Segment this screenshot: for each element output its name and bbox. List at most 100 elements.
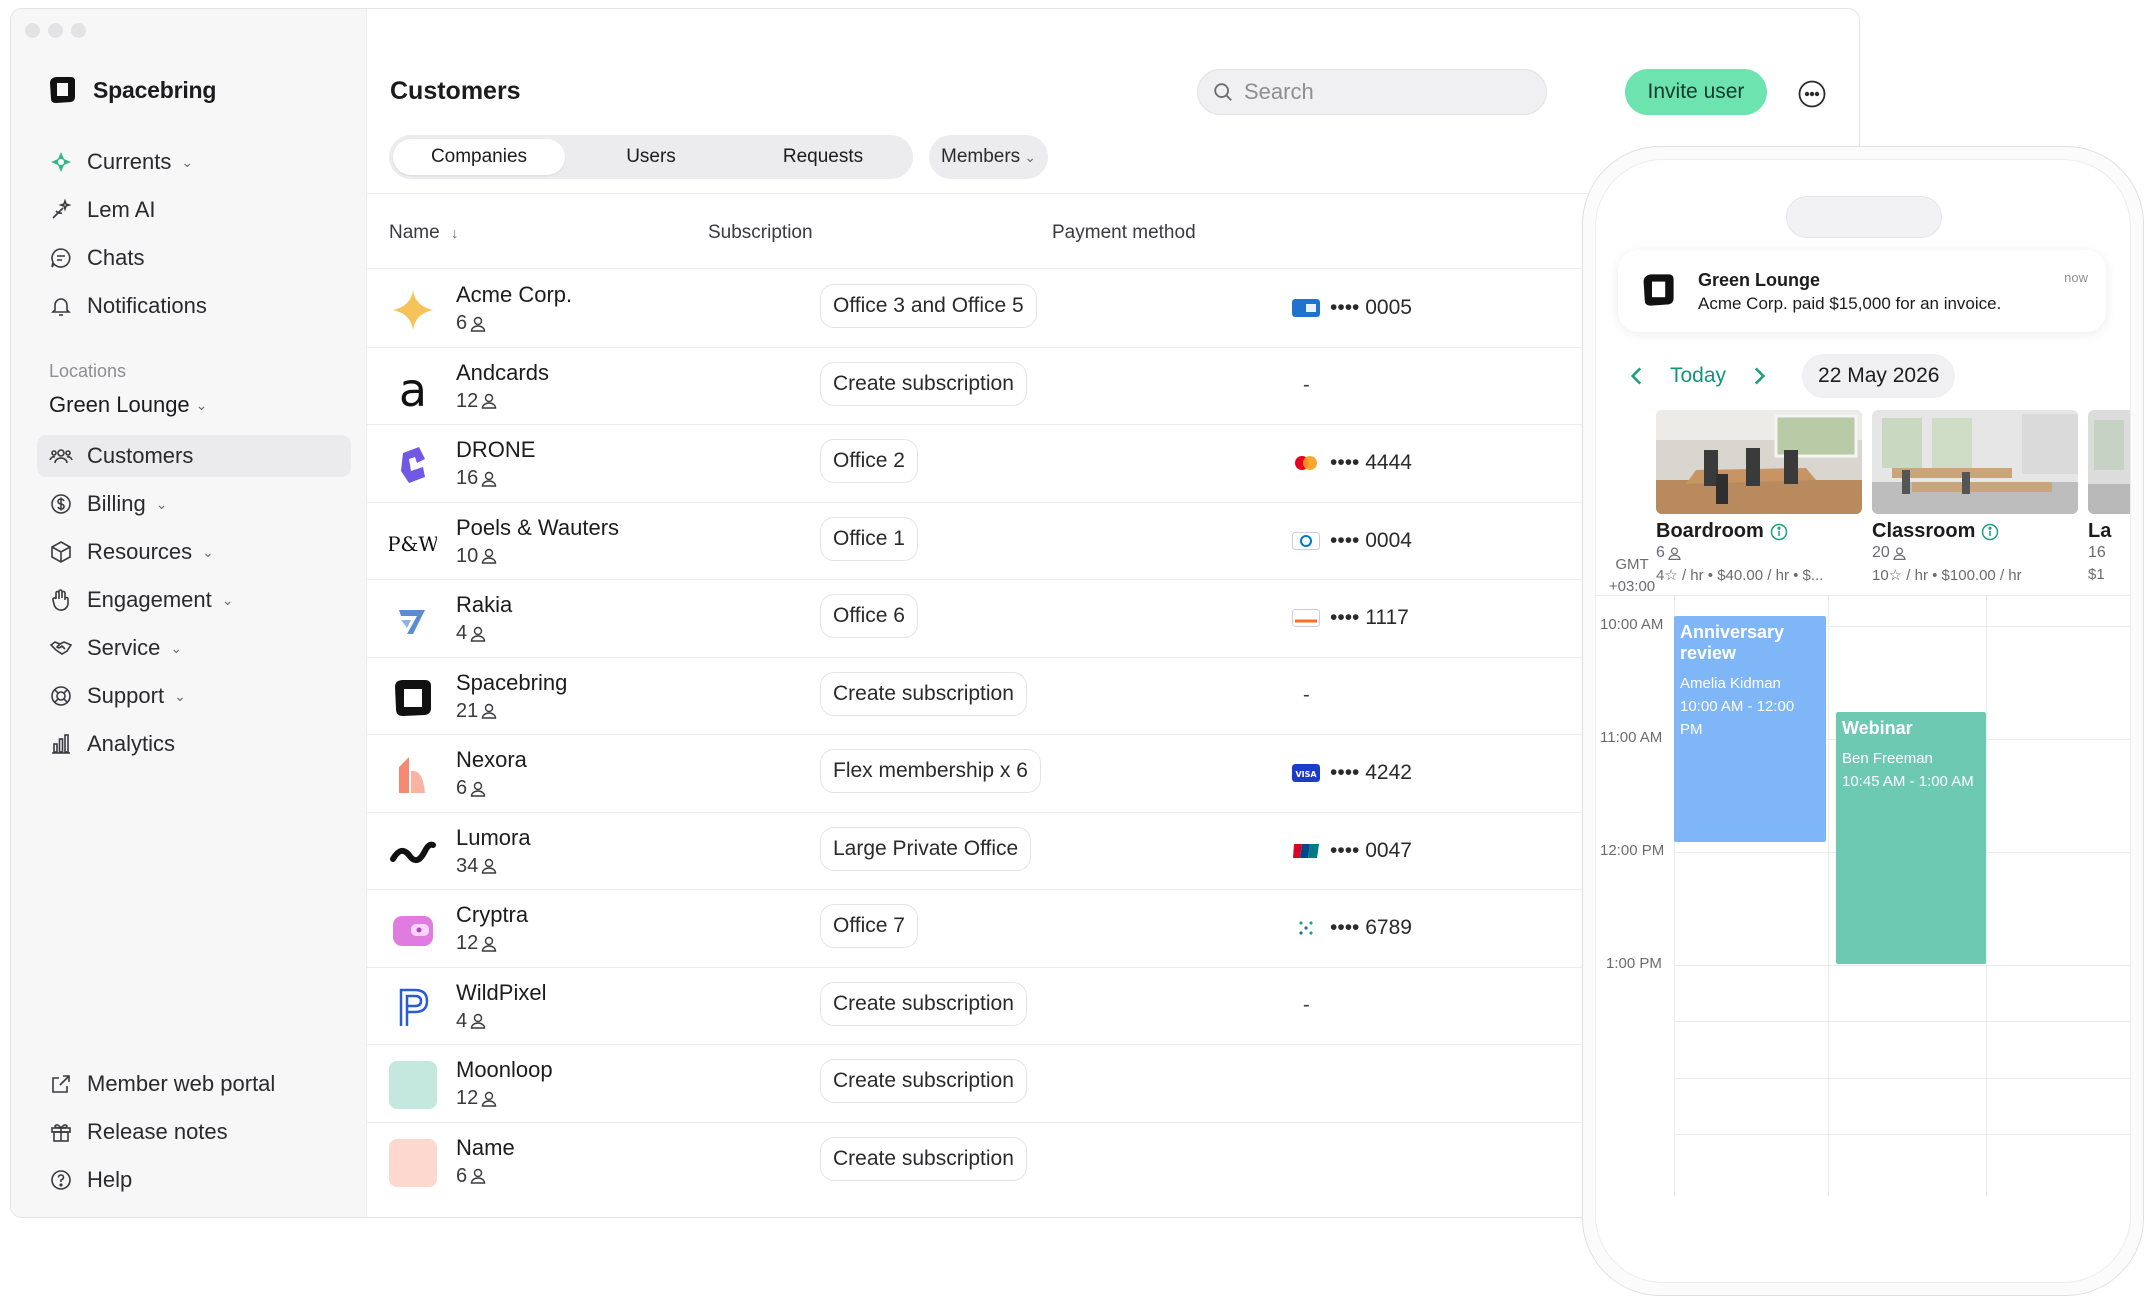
- company-logo: [389, 596, 437, 644]
- subscription-pill[interactable]: Office 7: [820, 904, 918, 948]
- more-options-icon[interactable]: [1797, 79, 1827, 109]
- minimize-window-dot[interactable]: [48, 23, 63, 38]
- nav-item-label: Service: [87, 635, 161, 660]
- tab-requests[interactable]: Requests: [737, 139, 909, 175]
- event-time: 10:00 AM - 12:00 PM: [1680, 698, 1795, 738]
- mastercard-card-icon: [1295, 456, 1317, 470]
- close-window-dot[interactable]: [25, 23, 40, 38]
- nav-item-resources[interactable]: Resources ⌄: [37, 531, 351, 573]
- date-picker[interactable]: 22 May 2026: [1802, 354, 1956, 398]
- room-photo-partial[interactable]: [2088, 410, 2130, 514]
- member-count: 4: [456, 1010, 487, 1033]
- subscription-pill[interactable]: Office 1: [820, 516, 918, 561]
- company-name: Moonloop: [456, 1057, 553, 1082]
- company-name: Name: [456, 1134, 515, 1160]
- event-time: 10:45 AM - 1:00 AM: [1842, 773, 1974, 790]
- calendar-grid: 10:00 AM 11:00 AM 12:00 PM 1:00 PM Anniv…: [1596, 596, 2130, 1196]
- booking-event[interactable]: Webinar Ben Freeman 10:45 AM - 1:00 AM: [1836, 712, 1986, 964]
- tab-users[interactable]: Users: [565, 139, 737, 175]
- nav-item-member-web-portal[interactable]: Member web portal: [37, 1063, 351, 1105]
- boardroom-photo[interactable]: [1656, 410, 1862, 514]
- nav-item-customers[interactable]: Customers: [37, 435, 351, 477]
- nav-item-support[interactable]: Support ⌄: [37, 675, 351, 717]
- search-box[interactable]: [1197, 69, 1547, 115]
- company-logo: [389, 674, 437, 722]
- nav-item-billing[interactable]: Billing ⌄: [37, 483, 351, 525]
- column-header-payment[interactable]: Payment method: [1052, 222, 1196, 244]
- column-header-name[interactable]: Name ↓: [389, 222, 458, 244]
- no-payment-method: -: [1303, 373, 1310, 396]
- nav-item-label: Analytics: [87, 731, 176, 756]
- brand-name: Spacebring: [93, 76, 217, 103]
- create-subscription-button[interactable]: Create subscription: [820, 671, 1027, 716]
- info-icon[interactable]: [1981, 523, 1999, 541]
- company-logo: [389, 829, 437, 877]
- half-hour-line: [1674, 1078, 2130, 1079]
- members-filter[interactable]: Members ⌄: [929, 135, 1048, 179]
- nav-item-currents[interactable]: Currents ⌄: [37, 141, 351, 183]
- nav-item-label: Help: [87, 1167, 133, 1192]
- hour-line: [1674, 965, 2130, 966]
- nav-item-label: Release notes: [87, 1119, 228, 1144]
- brand[interactable]: Spacebring: [47, 75, 216, 105]
- create-subscription-button[interactable]: Create subscription: [820, 1136, 1027, 1181]
- push-notification[interactable]: Green Lounge Acme Corp. paid $15,000 for…: [1618, 250, 2106, 332]
- company-logo: [389, 286, 437, 334]
- member-count-value: 12: [456, 932, 479, 954]
- maximize-window-dot[interactable]: [71, 23, 86, 38]
- invite-user-button[interactable]: Invite user: [1625, 69, 1767, 115]
- svg-text:a: a: [399, 364, 427, 412]
- nav-item-notifications[interactable]: Notifications: [37, 285, 351, 327]
- company-logo: [389, 906, 437, 954]
- company-name: WildPixel: [456, 979, 547, 1005]
- chevron-right-icon[interactable]: [1746, 363, 1772, 389]
- chevron-left-icon[interactable]: [1624, 363, 1650, 389]
- classroom-photo[interactable]: [1872, 410, 2078, 514]
- svg-text:P&W: P&W: [389, 532, 437, 556]
- subscription-pill[interactable]: Flex membership x 6: [820, 749, 1041, 793]
- location-selector[interactable]: Green Lounge ⌄: [37, 385, 351, 425]
- nav-item-engagement[interactable]: Engagement ⌄: [37, 579, 351, 621]
- nav-item-lem-ai[interactable]: Lem AI: [37, 189, 351, 231]
- nav-item-label: Support: [87, 683, 165, 708]
- nav-item-help[interactable]: Help: [37, 1159, 351, 1201]
- member-count: 6: [456, 777, 487, 800]
- member-count-value: 21: [456, 699, 479, 722]
- company-logo: [389, 441, 437, 489]
- payment-method: VISA •••• 4242: [1292, 761, 1412, 785]
- person-icon: [470, 316, 486, 332]
- handshake-icon: [49, 636, 73, 660]
- member-count-value: 12: [456, 389, 479, 412]
- member-count: 6: [456, 312, 487, 335]
- chevron-down-icon: ⌄: [202, 543, 214, 560]
- room-capacity: 6: [1656, 544, 1682, 562]
- subscription-pill[interactable]: Large Private Office: [820, 826, 1032, 871]
- subscription-pill[interactable]: Office 2: [820, 439, 918, 483]
- subscription-pill[interactable]: Office 6: [820, 594, 918, 638]
- search-input[interactable]: [1244, 79, 1524, 105]
- half-hour-line: [1674, 1134, 2130, 1135]
- nav-item-chats[interactable]: Chats: [37, 237, 351, 279]
- room-name[interactable]: La: [2088, 520, 2111, 543]
- create-subscription-button[interactable]: Create subscription: [820, 981, 1027, 1026]
- info-icon[interactable]: [1770, 523, 1788, 541]
- subscription-pill[interactable]: Office 3 and Office 5: [820, 284, 1037, 328]
- location-name: Green Lounge: [49, 392, 190, 417]
- event-person: Ben Freeman: [1842, 750, 1933, 767]
- room-name[interactable]: Boardroom: [1656, 520, 1788, 543]
- person-icon: [470, 781, 486, 797]
- date-navigator: Today 22 May 2026: [1624, 354, 1956, 398]
- nav-item-analytics[interactable]: Analytics: [37, 723, 351, 765]
- member-count: 6: [456, 1165, 487, 1188]
- booking-event[interactable]: Anniversary review Amelia Kidman 10:00 A…: [1674, 616, 1826, 842]
- nav-item-service[interactable]: Service ⌄: [37, 627, 351, 669]
- payment-method: •••• 0004: [1292, 529, 1412, 553]
- column-header-subscription[interactable]: Subscription: [708, 222, 813, 244]
- today-button[interactable]: Today: [1670, 364, 1726, 388]
- create-subscription-button[interactable]: Create subscription: [820, 1059, 1027, 1103]
- tab-companies[interactable]: Companies: [393, 139, 565, 175]
- nav-item-release-notes[interactable]: Release notes: [37, 1111, 351, 1153]
- create-subscription-button[interactable]: Create subscription: [820, 361, 1027, 406]
- visa-card-icon: VISA: [1292, 764, 1320, 782]
- room-name[interactable]: Classroom: [1872, 520, 1999, 543]
